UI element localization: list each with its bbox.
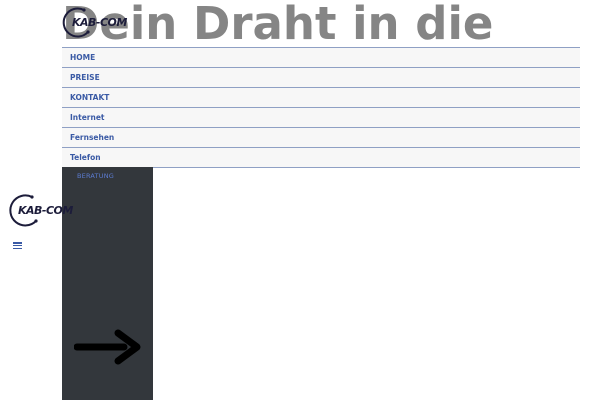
nav-item-label: PREISE <box>70 73 100 82</box>
site-logo-secondary[interactable]: KAB-COM <box>8 193 73 227</box>
nav-item-home[interactable]: HOME <box>62 47 580 67</box>
nav-item-label: KONTAKT <box>70 93 110 102</box>
nav-item-internet[interactable]: Internet <box>62 107 580 127</box>
nav-item-label: Fernsehen <box>70 133 115 142</box>
logo-text: KAB-COM <box>72 15 127 29</box>
submenu-item-beratung[interactable]: BERATUNG <box>77 172 114 180</box>
nav-item-fernsehen[interactable]: Fernsehen <box>62 127 580 147</box>
site-logo[interactable]: KAB-COM <box>62 6 127 38</box>
arrow-right-icon[interactable] <box>74 329 142 365</box>
submenu-panel: BERATUNG <box>62 167 153 400</box>
nav-item-preise[interactable]: PREISE <box>62 67 580 87</box>
nav-item-label: Internet <box>70 113 105 122</box>
nav-item-label: HOME <box>70 53 96 62</box>
nav-item-kontakt[interactable]: KONTAKT <box>62 87 580 107</box>
nav-item-telefon[interactable]: Telefon <box>62 147 580 168</box>
main-nav: HOME PREISE KONTAKT Internet Fernsehen T… <box>62 47 580 168</box>
nav-item-label: Telefon <box>70 153 101 162</box>
hamburger-icon[interactable] <box>13 242 22 249</box>
logo-text: KAB-COM <box>18 203 73 217</box>
